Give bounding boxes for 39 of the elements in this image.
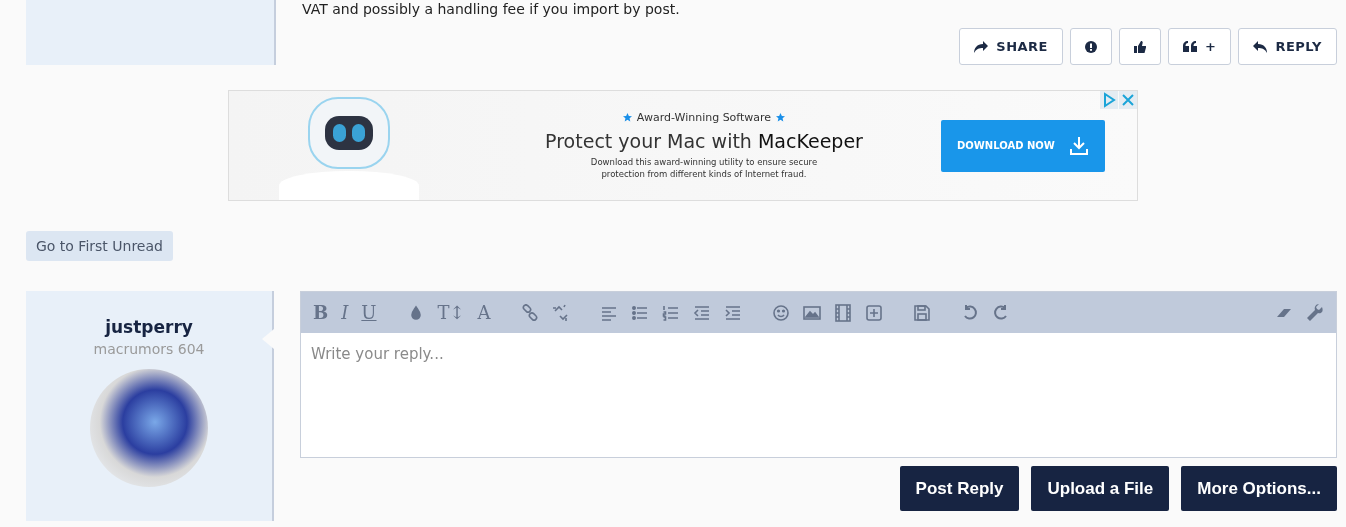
play-icon[interactable] [1100, 91, 1118, 109]
like-button[interactable] [1119, 28, 1161, 65]
reply-icon [1253, 40, 1268, 53]
reply-button[interactable]: REPLY [1238, 28, 1337, 65]
post-reply-button[interactable]: Post Reply [899, 466, 1020, 511]
quote-button[interactable]: + [1168, 28, 1232, 65]
share-icon [974, 40, 989, 53]
more-options-button[interactable]: More Options... [1181, 466, 1337, 511]
ad-banner[interactable]: Award-Winning Software Protect your Mac with MacKeeper Download this award-winning utility to ensure secure protection from different kinds of Internet fraud. DOWNLOAD NOW [228, 90, 1138, 201]
redo-icon[interactable] [991, 303, 1010, 322]
smiley-icon[interactable] [771, 303, 790, 322]
numbered-list-icon[interactable] [661, 303, 680, 322]
report-button[interactable] [1070, 28, 1112, 65]
link-icon[interactable] [520, 303, 539, 322]
ad-description: Download this award-winning utility to ensure secure protection from different kinds of Internet fraud. [589, 156, 819, 180]
alert-icon [1085, 40, 1097, 53]
thumbs-up-icon [1134, 40, 1146, 53]
ad-tagline: Award-Winning Software [636, 111, 772, 124]
ad-headline: Protect your Mac with MacKeeper [545, 130, 863, 152]
unlink-icon[interactable] [551, 303, 570, 322]
close-icon[interactable] [1119, 91, 1137, 109]
quote-icon [1183, 41, 1197, 52]
first-unread-button[interactable]: Go to First Unread [26, 231, 173, 261]
image-icon[interactable] [802, 303, 821, 322]
indent-icon[interactable] [723, 303, 742, 322]
download-icon [1069, 135, 1089, 156]
film-icon[interactable] [833, 303, 852, 322]
wrench-icon[interactable] [1306, 303, 1324, 322]
post-text: VAT and possibly a handling fee if you import by post. [302, 0, 681, 18]
outdent-icon[interactable] [692, 303, 711, 322]
star-icon [776, 113, 786, 122]
plus-box-icon[interactable] [864, 303, 883, 322]
reply-field[interactable]: Write your reply... [300, 333, 1337, 458]
username[interactable]: justperry [105, 317, 193, 337]
share-button[interactable]: SHARE [959, 28, 1063, 65]
upload-file-button[interactable]: Upload a File [1031, 466, 1170, 511]
bullet-list-icon[interactable] [630, 303, 649, 322]
star-icon [622, 113, 632, 122]
user-title: macrumors 604 [93, 341, 205, 357]
